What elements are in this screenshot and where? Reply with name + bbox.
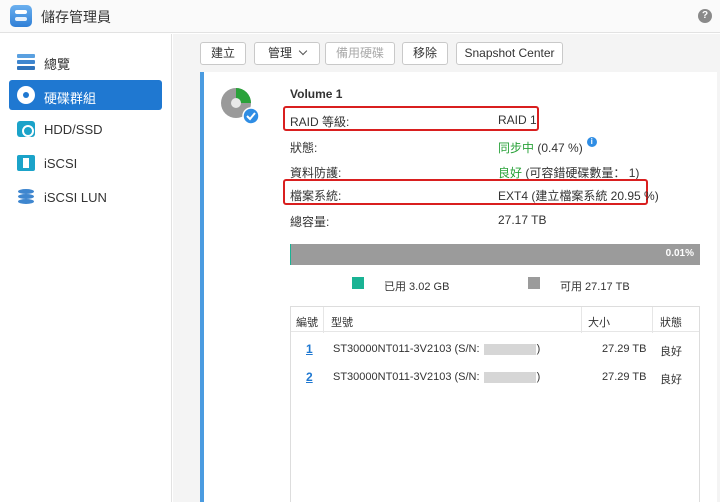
hot-spare-button[interactable]: 備用硬碟 xyxy=(325,42,395,65)
sidebar-item-label: iSCSI LUN xyxy=(44,190,107,205)
free-legend-label: 可用 27.17 TB xyxy=(560,281,630,293)
status-label: 狀態: xyxy=(290,141,318,155)
remove-button[interactable]: 移除 xyxy=(402,42,448,65)
status-value: 同步中 (0.47 %) i xyxy=(498,137,597,156)
column-divider xyxy=(581,307,582,333)
lun-icon xyxy=(17,189,35,205)
disk-status: 良好 xyxy=(660,374,682,386)
storage-manager-app-icon xyxy=(10,5,32,27)
volume-detail-panel: Volume 1 RAID 等級: RAID 1 狀態: 同步中 (0.47 %… xyxy=(200,72,717,502)
column-header-model[interactable]: 型號 xyxy=(331,314,353,330)
disk-status: 良好 xyxy=(660,346,682,358)
file-system-value: EXT4 (建立檔案系統 20.95 %) xyxy=(498,189,659,203)
disk-model-close: ) xyxy=(536,371,541,383)
toolbar: 建立 管理 備用硬碟 移除 Snapshot Center xyxy=(173,34,720,72)
disk-number-link[interactable]: 1 xyxy=(306,342,313,356)
sidebar-item-label: HDD/SSD xyxy=(44,122,103,137)
disk-table-header: 編號 型號 大小 狀態 xyxy=(291,306,699,333)
total-capacity-value: 27.17 TB xyxy=(498,213,547,227)
manage-button[interactable]: 管理 xyxy=(254,42,320,65)
title-bar: 儲存管理員 ? xyxy=(0,0,720,33)
free-legend-swatch xyxy=(528,277,540,289)
sidebar-item-label: iSCSI xyxy=(44,156,78,171)
file-system-label: 檔案系統: xyxy=(290,189,342,203)
used-legend-label: 已用 3.02 GB xyxy=(384,281,450,293)
raid-disk-icon xyxy=(17,86,35,104)
column-divider xyxy=(323,307,324,333)
sidebar-item-label: 硬碟群組 xyxy=(44,91,97,106)
snapshot-center-button[interactable]: Snapshot Center xyxy=(456,42,563,65)
used-legend-swatch xyxy=(352,277,364,289)
disk-model-text: ST30000NT011-3V2103 (S/N: xyxy=(333,343,480,355)
total-capacity-label: 總容量: xyxy=(290,215,330,229)
app-title: 儲存管理員 xyxy=(41,9,111,25)
disk-table: 編號 型號 大小 狀態 1 ST30000NT011-3V2103 (S/N: … xyxy=(290,306,700,502)
sidebar-item-iscsi[interactable]: iSCSI xyxy=(9,148,162,178)
capacity-usage-fill xyxy=(290,244,291,265)
disk-size: 27.29 TB xyxy=(602,343,647,355)
disk-number-link[interactable]: 2 xyxy=(306,370,313,384)
redacted-serial xyxy=(483,371,536,383)
column-header-size[interactable]: 大小 xyxy=(588,314,610,330)
sidebar-item-iscsi-lun[interactable]: iSCSI LUN xyxy=(9,182,162,212)
disk-size: 27.29 TB xyxy=(602,371,647,383)
raid-level-label: RAID 等級: xyxy=(290,115,350,129)
usage-percent: 0.01% xyxy=(665,248,694,259)
disk-model-text: ST30000NT011-3V2103 (S/N: xyxy=(333,371,480,383)
chevron-down-icon xyxy=(298,46,308,56)
sidebar: 總覽 硬碟群組 HDD/SSD iSCSI iSCSI LUN xyxy=(0,34,172,502)
column-header-number[interactable]: 編號 xyxy=(296,314,318,330)
column-divider xyxy=(652,307,653,333)
disk-model: ST30000NT011-3V2103 (S/N: ) xyxy=(333,371,540,383)
create-button[interactable]: 建立 xyxy=(200,42,246,65)
redacted-serial xyxy=(483,343,536,355)
hdd-icon xyxy=(17,121,35,137)
info-icon[interactable]: i xyxy=(586,137,597,147)
volume-title: Volume 1 xyxy=(290,87,343,101)
sidebar-item-raid-group[interactable]: 硬碟群組 xyxy=(9,80,162,110)
overview-icon xyxy=(17,53,35,70)
sidebar-item-label: 總覽 xyxy=(44,57,71,72)
column-header-status[interactable]: 狀態 xyxy=(660,314,682,330)
help-icon[interactable]: ? xyxy=(698,9,712,23)
capacity-usage-bar: 0.01% xyxy=(290,244,700,265)
disk-model: ST30000NT011-3V2103 (S/N: ) xyxy=(333,343,540,355)
manage-button-label: 管理 xyxy=(267,46,292,60)
sidebar-item-overview[interactable]: 總覽 xyxy=(9,46,162,76)
status-progress: (0.47 %) xyxy=(537,141,583,155)
sidebar-item-hdd-ssd[interactable]: HDD/SSD xyxy=(9,114,162,144)
protection-extra: (可容錯硬碟數量： 1) xyxy=(525,166,640,180)
disk-model-close: ) xyxy=(536,343,541,355)
status-sync-text: 同步中 xyxy=(498,141,535,155)
protection-status: 良好 xyxy=(498,166,523,180)
main-content: 建立 管理 備用硬碟 移除 Snapshot Center Volume 1 R… xyxy=(173,34,720,502)
iscsi-icon xyxy=(17,155,35,171)
raid-level-value: RAID 1 xyxy=(498,113,537,127)
volume-disk-icon xyxy=(221,88,260,125)
